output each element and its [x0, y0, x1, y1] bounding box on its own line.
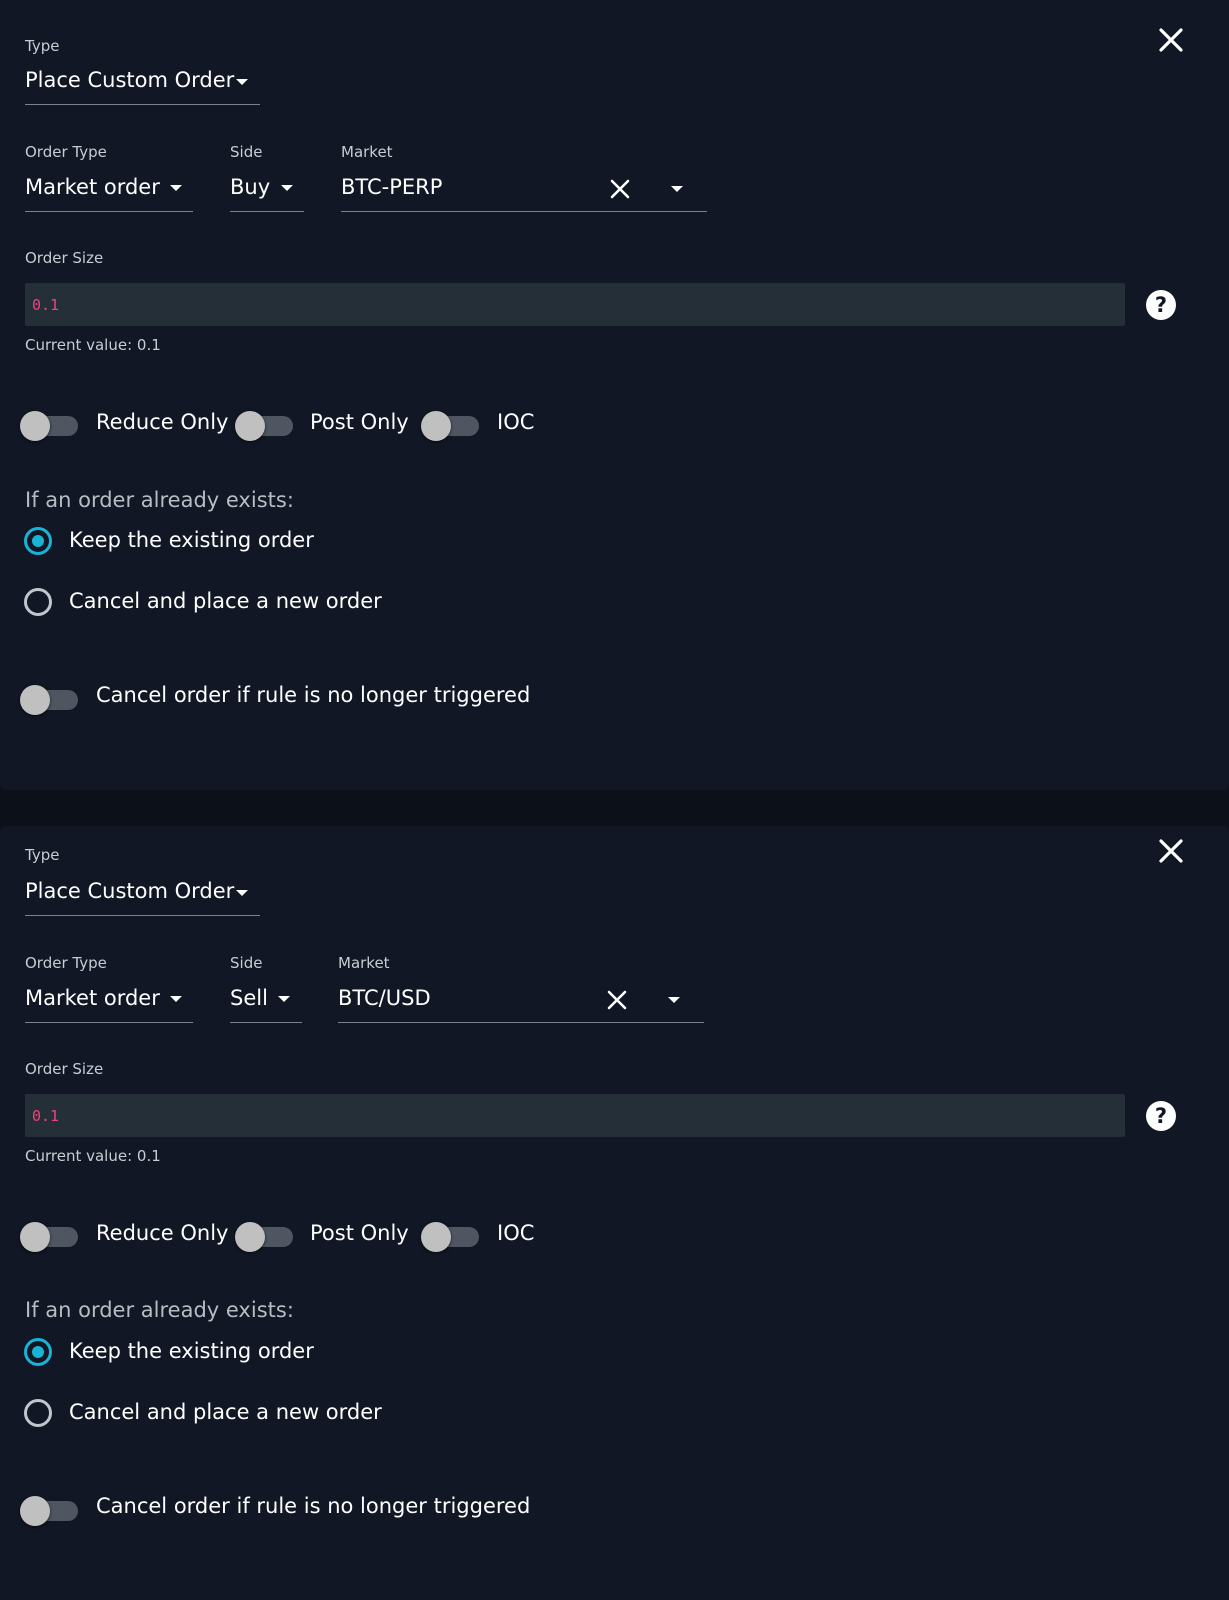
- dropdown-arrow-icon: [236, 79, 248, 85]
- cancel-if-not-triggered-toggle[interactable]: [20, 1491, 80, 1526]
- clear-icon[interactable]: [607, 990, 627, 1010]
- type-value: Place Custom Order: [25, 68, 235, 92]
- post-only-label: Post Only: [310, 1221, 409, 1245]
- order-panel: Type Place Custom Order Order Type Marke…: [0, 0, 1229, 790]
- keep-existing-label: Keep the existing order: [69, 528, 314, 552]
- close-icon[interactable]: [1158, 27, 1184, 53]
- type-select[interactable]: Place Custom Order: [25, 877, 260, 917]
- clear-icon[interactable]: [610, 179, 630, 199]
- side-label: Side: [230, 143, 263, 161]
- cancel-and-place-label: Cancel and place a new order: [69, 1400, 382, 1424]
- order-size-label: Order Size: [25, 249, 104, 267]
- order-size-label: Order Size: [25, 1060, 104, 1078]
- market-select[interactable]: BTC-PERP: [341, 173, 707, 213]
- keep-existing-radio[interactable]: [24, 527, 52, 555]
- cancel-if-not-triggered-label: Cancel order if rule is no longer trigge…: [96, 1494, 531, 1518]
- ioc-toggle[interactable]: [421, 406, 481, 441]
- order-type-value: Market order: [25, 175, 160, 199]
- toggle-thumb: [421, 1222, 451, 1252]
- type-underline: [25, 104, 260, 105]
- dropdown-arrow-icon: [170, 996, 182, 1002]
- toggle-thumb: [20, 1496, 50, 1526]
- market-value: BTC-PERP: [341, 175, 443, 199]
- toggle-thumb: [235, 1222, 265, 1252]
- post-only-label: Post Only: [310, 410, 409, 434]
- dropdown-arrow-icon: [281, 185, 293, 191]
- close-icon[interactable]: [1158, 838, 1184, 864]
- dropdown-arrow-icon[interactable]: [671, 186, 683, 192]
- dropdown-arrow-icon: [170, 185, 182, 191]
- order-type-underline: [25, 1022, 193, 1023]
- side-value: Sell: [230, 986, 268, 1010]
- order-type-select[interactable]: Market order: [25, 984, 193, 1024]
- reduce-only-label: Reduce Only: [96, 1221, 229, 1245]
- side-underline: [230, 211, 304, 212]
- cancel-and-place-label: Cancel and place a new order: [69, 589, 382, 613]
- dropdown-arrow-icon[interactable]: [668, 997, 680, 1003]
- keep-existing-radio[interactable]: [24, 1338, 52, 1366]
- order-size-input[interactable]: 0.1: [25, 283, 1125, 326]
- toggle-thumb: [20, 1222, 50, 1252]
- toggle-thumb: [20, 411, 50, 441]
- side-select[interactable]: Buy: [230, 173, 304, 213]
- order-type-underline: [25, 211, 193, 212]
- cancel-if-not-triggered-toggle[interactable]: [20, 680, 80, 715]
- keep-existing-label: Keep the existing order: [69, 1339, 314, 1363]
- reduce-only-toggle[interactable]: [20, 406, 80, 441]
- dropdown-arrow-icon: [236, 890, 248, 896]
- type-value: Place Custom Order: [25, 879, 235, 903]
- post-only-toggle[interactable]: [235, 406, 295, 441]
- side-value: Buy: [230, 175, 271, 199]
- cancel-and-place-radio[interactable]: [24, 588, 52, 616]
- cancel-and-place-radio[interactable]: [24, 1399, 52, 1427]
- dropdown-arrow-icon: [278, 996, 290, 1002]
- market-underline: [338, 1022, 704, 1023]
- ioc-label: IOC: [497, 1221, 535, 1245]
- order-size-helper: Current value: 0.1: [25, 336, 161, 354]
- market-value: BTC/USD: [338, 986, 431, 1010]
- toggle-thumb: [20, 685, 50, 715]
- order-type-select[interactable]: Market order: [25, 173, 193, 213]
- market-label: Market: [341, 143, 393, 161]
- toggle-thumb: [421, 411, 451, 441]
- market-label: Market: [338, 954, 390, 972]
- order-size-helper: Current value: 0.1: [25, 1147, 161, 1165]
- type-label: Type: [25, 846, 60, 864]
- cancel-if-not-triggered-label: Cancel order if rule is no longer trigge…: [96, 683, 531, 707]
- side-underline: [230, 1022, 302, 1023]
- help-icon[interactable]: ?: [1146, 1101, 1176, 1131]
- ioc-label: IOC: [497, 410, 535, 434]
- market-select[interactable]: BTC/USD: [338, 984, 704, 1024]
- order-type-label: Order Type: [25, 954, 107, 972]
- market-underline: [341, 211, 707, 212]
- order-type-label: Order Type: [25, 143, 107, 161]
- reduce-only-toggle[interactable]: [20, 1217, 80, 1252]
- reduce-only-label: Reduce Only: [96, 410, 229, 434]
- existing-order-title: If an order already exists:: [25, 488, 294, 512]
- side-label: Side: [230, 954, 263, 972]
- type-label: Type: [25, 37, 60, 55]
- order-size-input[interactable]: 0.1: [25, 1094, 1125, 1137]
- order-type-value: Market order: [25, 986, 160, 1010]
- type-underline: [25, 915, 260, 916]
- help-icon[interactable]: ?: [1146, 290, 1176, 320]
- toggle-thumb: [235, 411, 265, 441]
- ioc-toggle[interactable]: [421, 1217, 481, 1252]
- post-only-toggle[interactable]: [235, 1217, 295, 1252]
- existing-order-title: If an order already exists:: [25, 1298, 294, 1322]
- side-select[interactable]: Sell: [230, 984, 302, 1024]
- order-panel: Type Place Custom Order Order Type Marke…: [0, 826, 1229, 1600]
- type-select[interactable]: Place Custom Order: [25, 66, 260, 106]
